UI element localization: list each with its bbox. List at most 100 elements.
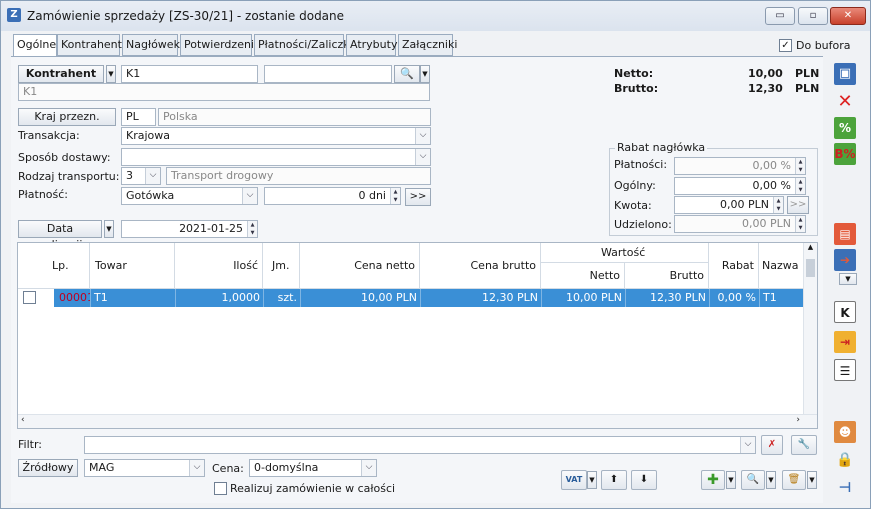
header-nazwa[interactable]: Nazwa xyxy=(759,243,804,288)
kraj-przezn-button[interactable]: Kraj przezn. xyxy=(18,108,116,126)
kontrahent-button[interactable]: Kontrahent xyxy=(18,65,104,83)
brutto-percent-button[interactable]: B% xyxy=(832,141,858,167)
user-icon: ☻ xyxy=(834,421,856,443)
document-action-button[interactable]: ▤ xyxy=(832,221,858,247)
transakcja-select[interactable]: Krajowa ⌵ xyxy=(121,127,431,145)
data-realizacji-value: 2021-01-25 xyxy=(179,222,243,235)
header-lp-label: Lp. xyxy=(52,259,69,272)
search-button[interactable]: 🔍 xyxy=(394,65,420,83)
header-jm[interactable]: Jm. xyxy=(263,243,300,288)
data-realizacji-dropdown[interactable]: ▼ xyxy=(104,220,114,238)
zrodlowy-button[interactable]: Źródłowy xyxy=(18,459,78,477)
rodzaj-transportu-code: 3 xyxy=(126,169,133,182)
horizontal-scrollbar[interactable]: ‹ › xyxy=(18,414,817,428)
scroll-up-icon[interactable]: ▲ xyxy=(804,243,817,251)
platnosc-days-field[interactable]: 0 dni ▲ ▼ xyxy=(264,187,401,205)
list-button[interactable]: ☰ xyxy=(832,357,858,383)
scroll-thumb[interactable] xyxy=(806,259,815,277)
generate-document-dropdown[interactable]: ▼ xyxy=(839,273,857,285)
tab-ogolne[interactable]: Ogólne xyxy=(13,34,57,57)
rabat-ogolny-label: Ogólny: xyxy=(614,179,656,192)
tab-naglowek[interactable]: Nagłówek xyxy=(122,34,180,56)
save-button[interactable]: ▣ xyxy=(832,61,858,87)
zrodlowy-select[interactable]: MAG ⌵ xyxy=(84,459,205,477)
maximize-button[interactable]: ▫ xyxy=(798,7,828,25)
add-item-dropdown[interactable]: ▼ xyxy=(726,471,736,489)
kontrahent-search-field[interactable] xyxy=(264,65,392,83)
vat-dropdown[interactable]: ▼ xyxy=(587,471,597,489)
find-button[interactable]: 🔍 xyxy=(741,470,765,490)
discount-button[interactable]: % xyxy=(832,115,858,141)
table-row[interactable]: 00001 T1 1,0000 szt. 10,00 PLN 12,30 PLN… xyxy=(18,289,804,307)
kontrahent-dropdown[interactable]: ▼ xyxy=(106,65,116,83)
magnifier-icon: 🔍 xyxy=(746,474,760,485)
header-wartosc-netto[interactable]: Netto xyxy=(541,263,625,288)
header-rabat[interactable]: Rabat xyxy=(709,243,759,288)
kontrahent-name-field: K1 xyxy=(18,83,430,101)
filter-settings-button[interactable]: 🔧 xyxy=(791,435,817,455)
kontrahent-code-field[interactable]: K1 xyxy=(121,65,258,83)
close-button[interactable]: ✕ xyxy=(830,7,866,25)
header-wartosc-brutto[interactable]: Brutto xyxy=(625,263,709,288)
rabat-ogolny-field[interactable]: 0,00 % ▲ ▼ xyxy=(674,177,806,195)
header-towar[interactable]: Towar xyxy=(90,243,175,288)
header-cena-netto[interactable]: Cena netto xyxy=(300,243,420,288)
tab-kontrahent[interactable]: Kontrahent xyxy=(57,34,122,56)
data-realizacji-button[interactable]: Data realizacji: xyxy=(18,220,102,251)
scroll-right-icon[interactable]: › xyxy=(796,415,800,425)
rabat-platnosci-field: 0,00 % ▲ ▼ xyxy=(674,157,806,175)
find-dropdown[interactable]: ▼ xyxy=(766,471,776,489)
vat-button[interactable]: VAT xyxy=(561,470,587,490)
rabat-kwota-more-button[interactable]: >> xyxy=(787,196,809,214)
tab-platnosci-zaliczki[interactable]: Płatności/Zaliczki xyxy=(254,34,353,56)
checklist-button[interactable]: K xyxy=(832,299,858,325)
transfer-button[interactable]: ⇥ xyxy=(832,329,858,355)
chevron-down-icon: ⌵ xyxy=(361,460,376,476)
delete-item-dropdown[interactable]: ▼ xyxy=(807,471,817,489)
export-button[interactable]: ⬆ xyxy=(601,470,627,490)
platnosc-select[interactable]: Gotówka ⌵ xyxy=(121,187,258,205)
spinner-icon[interactable]: ▲ ▼ xyxy=(773,197,783,213)
header-netto-label: Netto xyxy=(589,269,620,282)
realizuj-checkbox[interactable] xyxy=(214,482,227,495)
scroll-left-icon[interactable]: ‹ xyxy=(21,415,25,425)
header-lp[interactable]: Lp. xyxy=(18,243,90,288)
sposob-dostawy-select[interactable]: ⌵ xyxy=(121,148,431,166)
clear-filter-button[interactable]: ✗ xyxy=(761,435,783,455)
delete-item-button[interactable]: 🗑 xyxy=(782,470,806,490)
add-item-button[interactable]: ✚ xyxy=(701,470,725,490)
platnosc-more-button[interactable]: >> xyxy=(405,188,431,206)
tab-zalaczniki[interactable]: Załączniki xyxy=(398,34,457,56)
spinner-icon[interactable]: ▲ ▼ xyxy=(247,221,257,237)
search-icon: 🔍 xyxy=(400,67,414,80)
search-dropdown[interactable]: ▼ xyxy=(420,65,430,83)
rabat-kwota-field[interactable]: 0,00 PLN ▲ ▼ xyxy=(674,196,784,214)
data-realizacji-field[interactable]: 2021-01-25 ▲ ▼ xyxy=(121,220,258,238)
header-cena-brutto[interactable]: Cena brutto xyxy=(420,243,541,288)
rabat-title: Rabat nagłówka xyxy=(615,141,708,154)
cena-select[interactable]: 0-domyślna ⌵ xyxy=(249,459,377,477)
generate-document-button[interactable]: ➔ xyxy=(832,247,858,273)
minimize-button[interactable]: ▭ xyxy=(765,7,795,25)
pin-button[interactable]: ⊣ xyxy=(832,475,858,501)
user-button[interactable]: ☻ xyxy=(832,419,858,445)
do-bufora-checkbox[interactable]: ✓ xyxy=(779,39,792,52)
cancel-button[interactable]: ✕ xyxy=(832,89,858,115)
checklist-icon: K xyxy=(834,301,856,323)
window: Z Zamówienie sprzedaży [ZS-30/21] - zost… xyxy=(0,0,871,509)
header-ilosc[interactable]: Ilość xyxy=(175,243,263,288)
row-checkbox[interactable] xyxy=(23,291,36,304)
tab-atrybuty[interactable]: Atrybuty xyxy=(346,34,397,56)
kraj-code-field[interactable]: PL xyxy=(121,108,156,126)
filtr-field[interactable]: ⌵ xyxy=(84,436,756,454)
tab-potwierdzenie[interactable]: Potwierdzenie xyxy=(180,34,261,56)
cell-jm: szt. xyxy=(263,289,300,307)
spinner-icon[interactable]: ▲ ▼ xyxy=(390,188,400,204)
import-button[interactable]: ⬇ xyxy=(631,470,657,490)
lock-button[interactable]: 🔒 xyxy=(832,447,858,473)
header-cena-netto-label: Cena netto xyxy=(354,259,415,272)
spinner-icon[interactable]: ▲ ▼ xyxy=(795,178,805,194)
rodzaj-transportu-select[interactable]: 3 ⌵ xyxy=(121,167,161,185)
vertical-scrollbar[interactable]: ▲ xyxy=(803,243,817,414)
sposob-dostawy-label: Sposób dostawy: xyxy=(18,151,111,164)
